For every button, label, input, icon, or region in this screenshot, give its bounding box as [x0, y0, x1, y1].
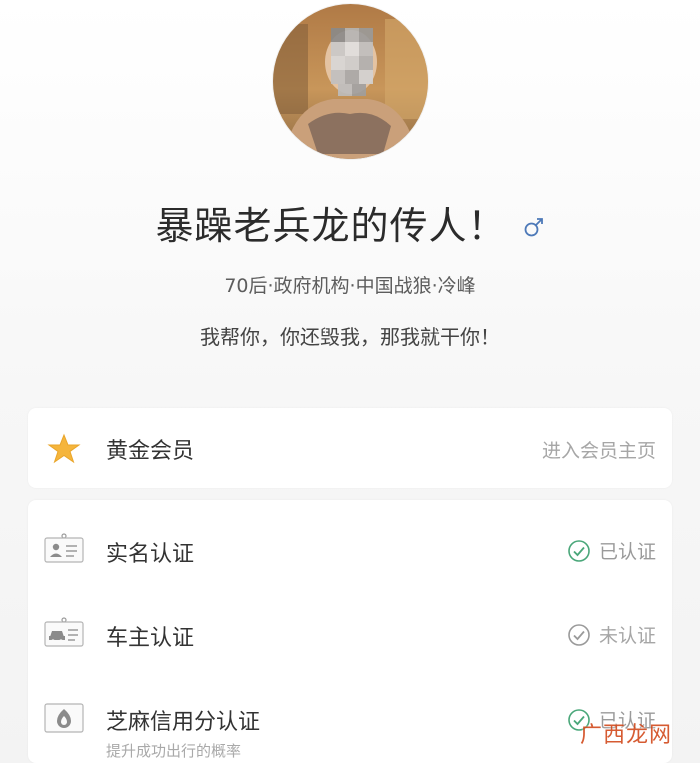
verify-status-car-owner: 未认证	[567, 621, 656, 648]
member-home-link-text: 进入会员主页	[541, 440, 656, 462]
profile-tags: 70后·政府机构·中国战狼·冷峰	[224, 275, 476, 297]
membership-row[interactable]: 黄金会员 进入会员主页	[28, 408, 672, 488]
verify-row-car-owner[interactable]: 车主认证 未认证	[28, 596, 672, 678]
check-circle-icon	[567, 623, 591, 647]
member-home-link[interactable]: 进入会员主页	[542, 436, 656, 463]
sesame-credit-icon	[44, 702, 84, 734]
verify-row-realname[interactable]: 实名认证 已认证	[28, 500, 672, 596]
verify-status-text-car-owner: 未认证	[598, 625, 656, 647]
verify-row-sesame[interactable]: 芝麻信用分认证 提升成功出行的概率 已认证	[28, 678, 672, 763]
male-symbol-icon	[523, 216, 545, 238]
watermark-logo: 广西龙网	[579, 723, 672, 748]
car-owner-icon	[44, 616, 84, 648]
avatar[interactable]	[273, 4, 428, 159]
verify-status-realname: 已认证	[567, 537, 656, 564]
id-card-icon	[44, 532, 84, 564]
avatar-image	[273, 4, 428, 159]
verify-status-text-realname: 已认证	[598, 541, 656, 563]
profile-bio: 我帮你，你还毁我，那我就干你！	[200, 325, 500, 349]
profile-header: 暴躁老兵龙的传人！ 70后·政府机构·中国战狼·冷峰 我帮你，你还毁我，那我就干…	[0, 0, 700, 390]
verify-sublabel-sesame: 提升成功出行的概率	[106, 742, 242, 760]
verify-label-car-owner: 车主认证	[106, 626, 195, 651]
name-row: 暴躁老兵龙的传人！	[0, 195, 700, 250]
check-circle-icon	[567, 539, 591, 563]
membership-card[interactable]: 黄金会员 进入会员主页	[28, 408, 672, 488]
star-icon	[44, 432, 84, 464]
verify-label-realname: 实名认证	[106, 542, 195, 567]
user-name: 暴躁老兵龙的传人！	[155, 204, 507, 248]
verification-card: 实名认证 已认证 车主认证 未认证 芝麻信用分认证 提升成功出行的概率 已认证	[28, 500, 672, 763]
membership-label: 黄金会员	[106, 439, 195, 464]
verify-label-sesame: 芝麻信用分认证	[106, 710, 261, 735]
